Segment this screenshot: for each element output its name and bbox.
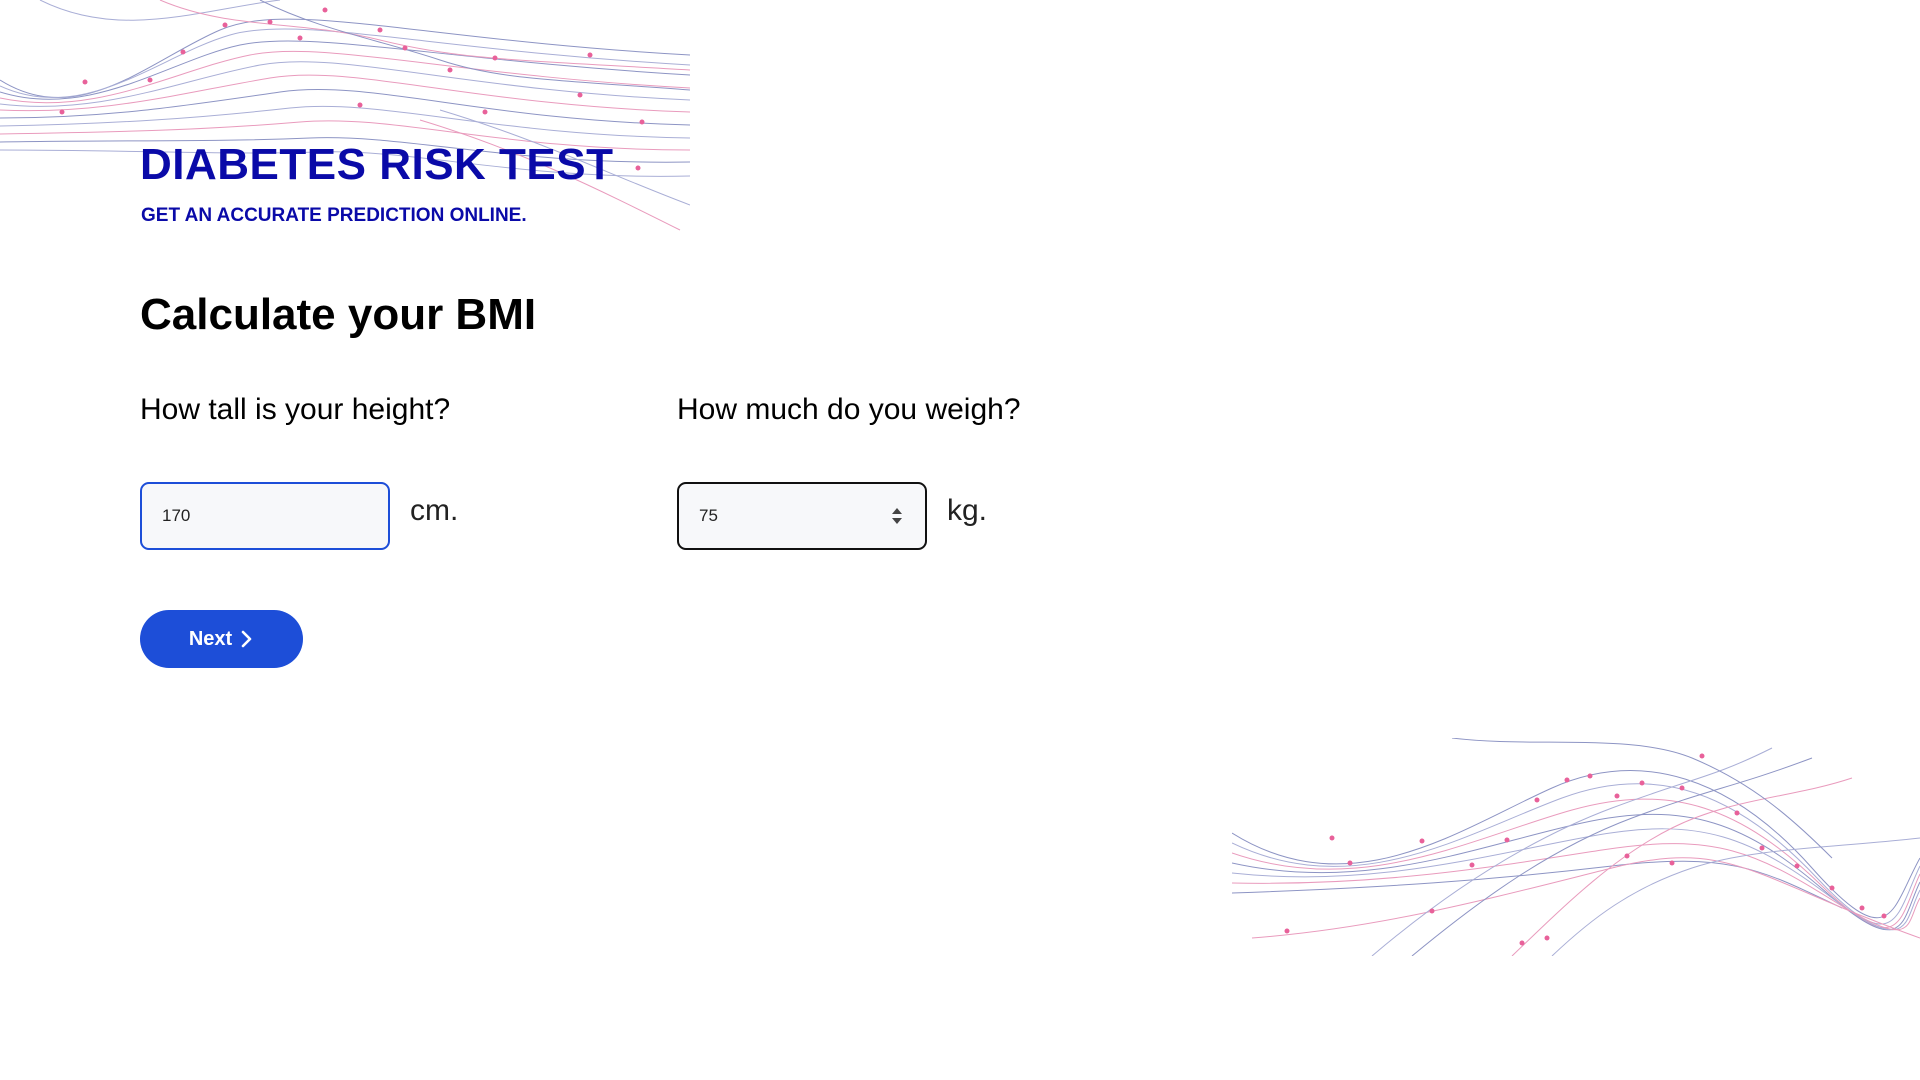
weight-spinner[interactable] <box>891 506 903 526</box>
decorative-wave-top <box>0 0 690 231</box>
spin-up-icon[interactable] <box>892 508 902 514</box>
decorative-wave-bottom <box>1232 738 1920 956</box>
height-unit-label: cm. <box>410 494 459 527</box>
next-button[interactable]: Next <box>140 610 303 668</box>
weight-input-value: 75 <box>699 506 718 525</box>
weight-question: How much do you weigh? <box>677 393 1021 426</box>
chevron-right-icon <box>241 630 252 648</box>
height-input[interactable]: 170 <box>140 482 390 550</box>
app-subtitle: GET AN ACCURATE PREDICTION ONLINE. <box>141 205 527 226</box>
height-question: How tall is your height? <box>140 393 451 426</box>
section-title: Calculate your BMI <box>140 290 537 339</box>
spin-down-icon[interactable] <box>892 518 902 524</box>
weight-unit-label: kg. <box>947 494 988 527</box>
page: DIABETES RISK TEST GET AN ACCURATE PREDI… <box>0 0 1920 1080</box>
weight-input[interactable]: 75 <box>677 482 927 550</box>
height-input-value: 170 <box>162 506 191 525</box>
app-title: DIABETES RISK TEST <box>140 140 614 189</box>
next-button-label: Next <box>188 627 233 650</box>
